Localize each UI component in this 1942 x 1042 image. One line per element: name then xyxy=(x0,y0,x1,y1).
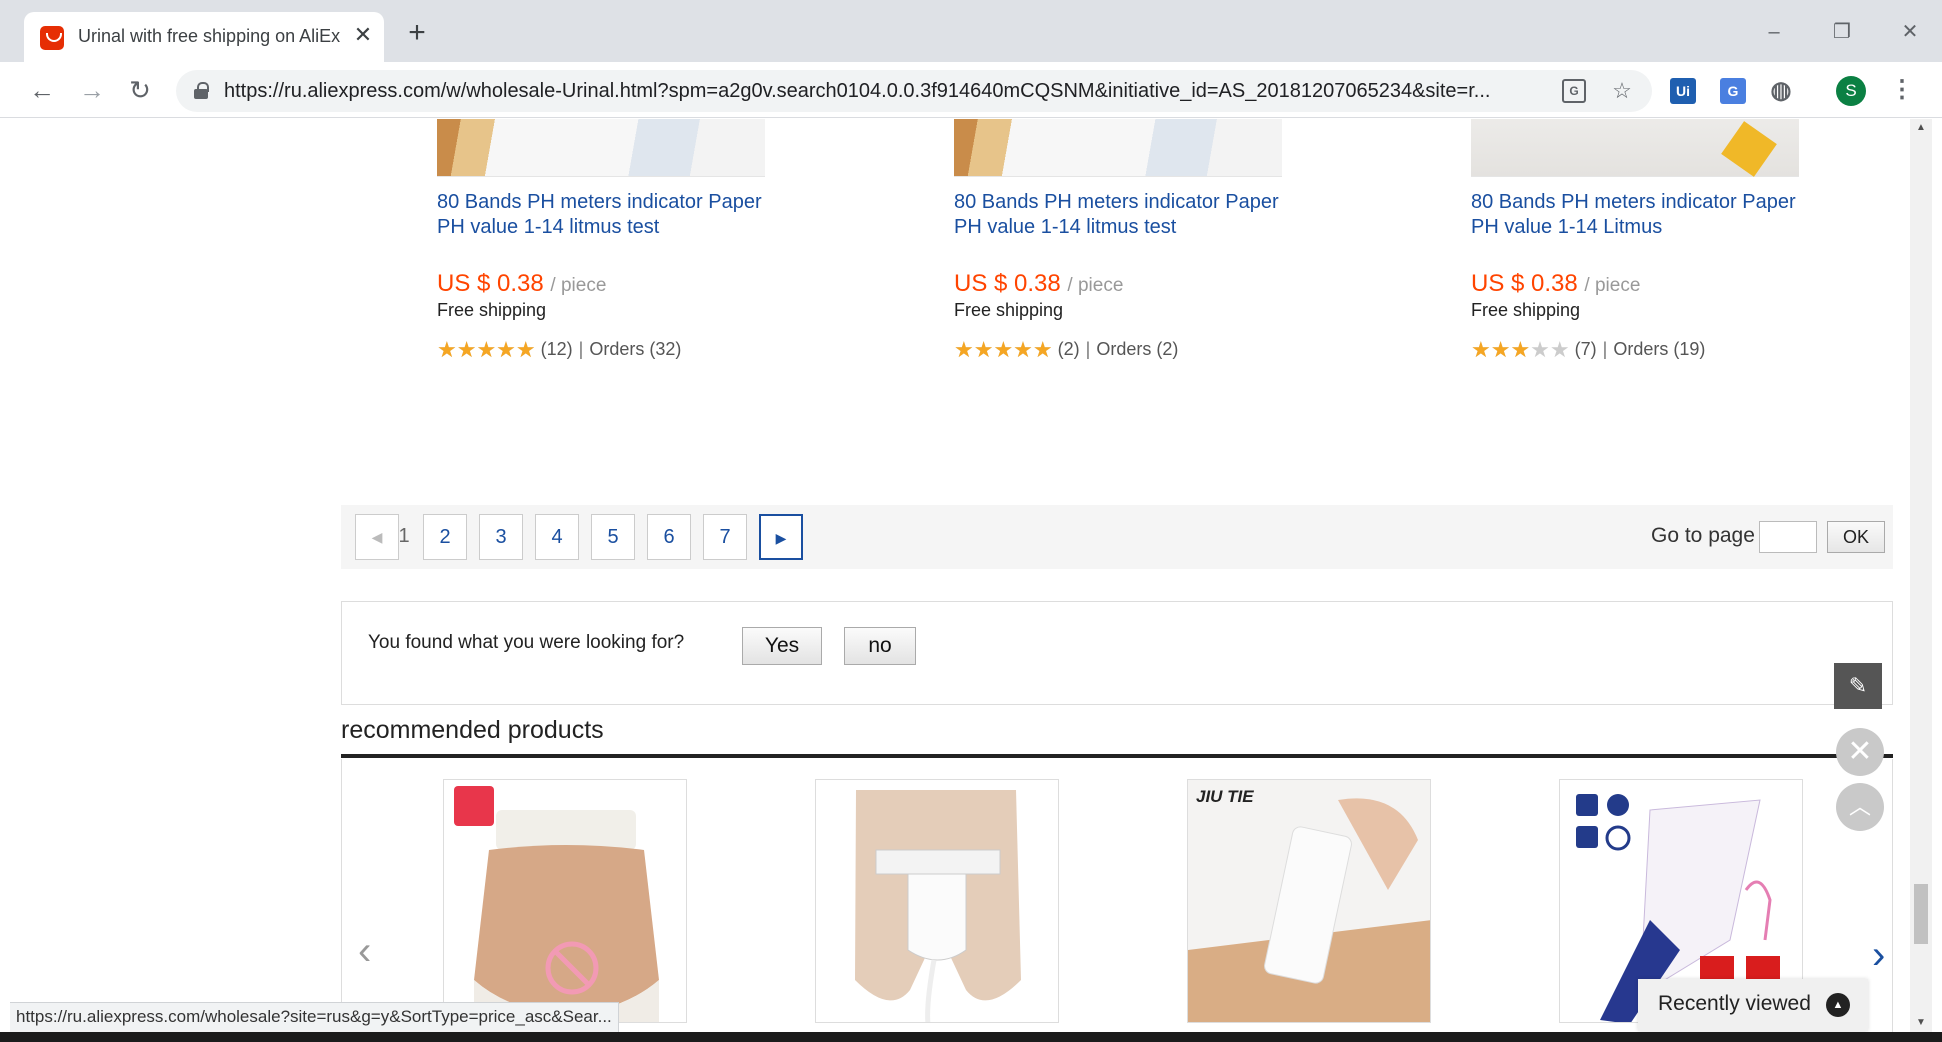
status-bar-url: https://ru.aliexpress.com/wholesale?site… xyxy=(10,1002,619,1032)
star-rating-icon: ★★★★★★★★★★ xyxy=(954,337,1053,362)
product-image[interactable] xyxy=(954,119,1282,177)
review-count-link[interactable]: (12) xyxy=(541,339,573,359)
edit-pencil-icon[interactable]: ✎ xyxy=(1834,663,1882,709)
pagination: ◀ 1 2 3 4 5 6 7 ▶ Go to page OK xyxy=(341,505,1893,569)
translate-icon[interactable]: G xyxy=(1562,79,1586,103)
orders-count-link[interactable]: Orders (2) xyxy=(1096,339,1178,359)
active-tab[interactable]: Urinal with free shipping on AliExpress … xyxy=(24,12,384,62)
chrome-menu-icon[interactable]: ⋮ xyxy=(1890,74,1914,106)
vertical-scrollbar[interactable]: ▲ ▼ xyxy=(1910,119,1932,1032)
page-link[interactable]: 7 xyxy=(703,514,747,560)
reload-icon[interactable]: ↻ xyxy=(124,74,156,106)
page-link[interactable]: 6 xyxy=(647,514,691,560)
url-text[interactable]: https://ru.aliexpress.com/w/wholesale-Ur… xyxy=(224,80,1514,103)
scroll-down-arrow-icon[interactable]: ▼ xyxy=(1910,1014,1932,1032)
carousel-next-icon[interactable]: › xyxy=(1872,935,1885,975)
aliexpress-favicon-icon xyxy=(40,26,64,50)
product-image[interactable] xyxy=(1471,119,1799,177)
scroll-up-arrow-icon[interactable]: ▲ xyxy=(1910,119,1932,137)
scrollbar-thumb[interactable] xyxy=(1914,884,1928,944)
taskbar-strip xyxy=(0,1032,1942,1042)
urinal-bag-image xyxy=(816,780,1058,1022)
shipping-label: Free shipping xyxy=(1471,300,1581,320)
close-float-icon[interactable]: ✕ xyxy=(1836,728,1884,776)
window-close-button[interactable]: ✕ xyxy=(1890,18,1930,46)
star-rating-icon: ★★★★★★★★★★ xyxy=(1471,337,1570,362)
recommended-product-image[interactable]: JIU TIE xyxy=(1187,779,1431,1023)
tab-strip: Urinal with free shipping on AliExpress … xyxy=(0,0,1942,62)
recommended-product-image[interactable] xyxy=(815,779,1059,1023)
next-page-icon[interactable]: ▶ xyxy=(759,514,803,560)
tab-close-icon[interactable]: ✕ xyxy=(350,22,376,48)
product-price: US $ 0.38 / piece xyxy=(954,270,1123,298)
product-image[interactable] xyxy=(437,119,765,177)
scroll-top-icon[interactable]: ︿ xyxy=(1836,783,1884,831)
no-button[interactable]: no xyxy=(844,627,916,665)
price-value: US $ 0.38 xyxy=(437,270,544,297)
price-unit: / piece xyxy=(1067,275,1124,296)
goto-page-label: Go to page xyxy=(1651,524,1755,547)
price-value: US $ 0.38 xyxy=(954,270,1061,297)
extension-ui-icon[interactable]: Ui xyxy=(1670,78,1696,104)
price-value: US $ 0.38 xyxy=(1471,270,1578,297)
current-page: 1 xyxy=(398,525,410,547)
chevron-up-icon: ▲ xyxy=(1826,993,1850,1017)
product-price: US $ 0.38 / piece xyxy=(1471,270,1640,298)
jiu-tie-brand-text: JIU TIE xyxy=(1196,787,1254,806)
review-count-link[interactable]: (2) xyxy=(1058,339,1080,359)
recommended-title: recommended products xyxy=(341,716,604,744)
restore-button[interactable]: ❐ xyxy=(1822,18,1862,46)
recently-viewed-label: Recently viewed xyxy=(1658,992,1811,1015)
page-link[interactable]: 4 xyxy=(535,514,579,560)
globe-extension-icon[interactable]: ◍ xyxy=(1768,78,1794,104)
divider xyxy=(341,754,1893,758)
browser-toolbar: ← → ↻ https://ru.aliexpress.com/w/wholes… xyxy=(0,62,1942,118)
lock-icon[interactable] xyxy=(194,82,209,100)
product-rating: ★★★★★ ★★★★★ (2) | Orders (2) xyxy=(954,337,1179,362)
forward-arrow-icon[interactable]: → xyxy=(76,74,108,106)
feedback-question: You found what you were looking for? xyxy=(368,632,685,653)
bookmark-star-icon[interactable]: ☆ xyxy=(1610,79,1634,103)
feedback-box: You found what you were looking for? Yes… xyxy=(341,601,1893,705)
product-rating: ★★★★★★★★★★ (7)|Orders (19) xyxy=(1471,337,1706,362)
product-price: US $ 0.38 / piece xyxy=(437,270,606,298)
profile-avatar[interactable]: S xyxy=(1836,76,1866,106)
goto-page-input[interactable] xyxy=(1759,521,1817,553)
orders-count-link[interactable]: Orders (19) xyxy=(1613,339,1705,359)
silicone-underwear-image xyxy=(444,780,686,1022)
page-viewport: 80 Bands PH meters indicator Paper PH va… xyxy=(10,119,1910,1032)
product-title-link[interactable]: 80 Bands PH meters indicator Paper PH va… xyxy=(437,190,777,240)
page-link[interactable]: 3 xyxy=(479,514,523,560)
minimize-button[interactable]: – xyxy=(1754,18,1794,46)
page-link[interactable]: 5 xyxy=(591,514,635,560)
review-count-link[interactable]: (7) xyxy=(1575,339,1597,359)
page-link[interactable]: 2 xyxy=(423,514,467,560)
test-strip-image: JIU TIE xyxy=(1188,780,1430,1022)
price-unit: / piece xyxy=(550,275,607,296)
star-rating-icon: ★★★★★★★★★★ xyxy=(437,337,536,362)
tab-title: Urinal with free shipping on AliExpress xyxy=(78,26,340,46)
back-arrow-icon[interactable]: ← xyxy=(26,74,58,106)
recently-viewed-button[interactable]: Recently viewed ▲ xyxy=(1638,979,1868,1031)
recommended-product-image[interactable] xyxy=(443,779,687,1023)
new-tab-button[interactable]: + xyxy=(404,18,430,48)
price-unit: / piece xyxy=(1584,275,1641,296)
yes-button[interactable]: Yes xyxy=(742,627,822,665)
address-bar[interactable]: https://ru.aliexpress.com/w/wholesale-Ur… xyxy=(176,70,1652,112)
carousel-prev-icon[interactable]: ‹ xyxy=(358,931,371,971)
product-title-link[interactable]: 80 Bands PH meters indicator Paper PH va… xyxy=(954,190,1294,240)
product-rating: ★★★★★ ★★★★★ (12) | Orders (32) xyxy=(437,337,682,362)
google-translate-extension-icon[interactable]: G xyxy=(1720,78,1746,104)
shipping-label: Free shipping xyxy=(437,300,547,320)
product-title-link[interactable]: 80 Bands PH meters indicator Paper PH va… xyxy=(1471,190,1811,240)
shipping-label: Free shipping xyxy=(954,300,1064,320)
orders-count-link[interactable]: Orders (32) xyxy=(589,339,681,359)
goto-ok-button[interactable]: OK xyxy=(1827,521,1885,553)
